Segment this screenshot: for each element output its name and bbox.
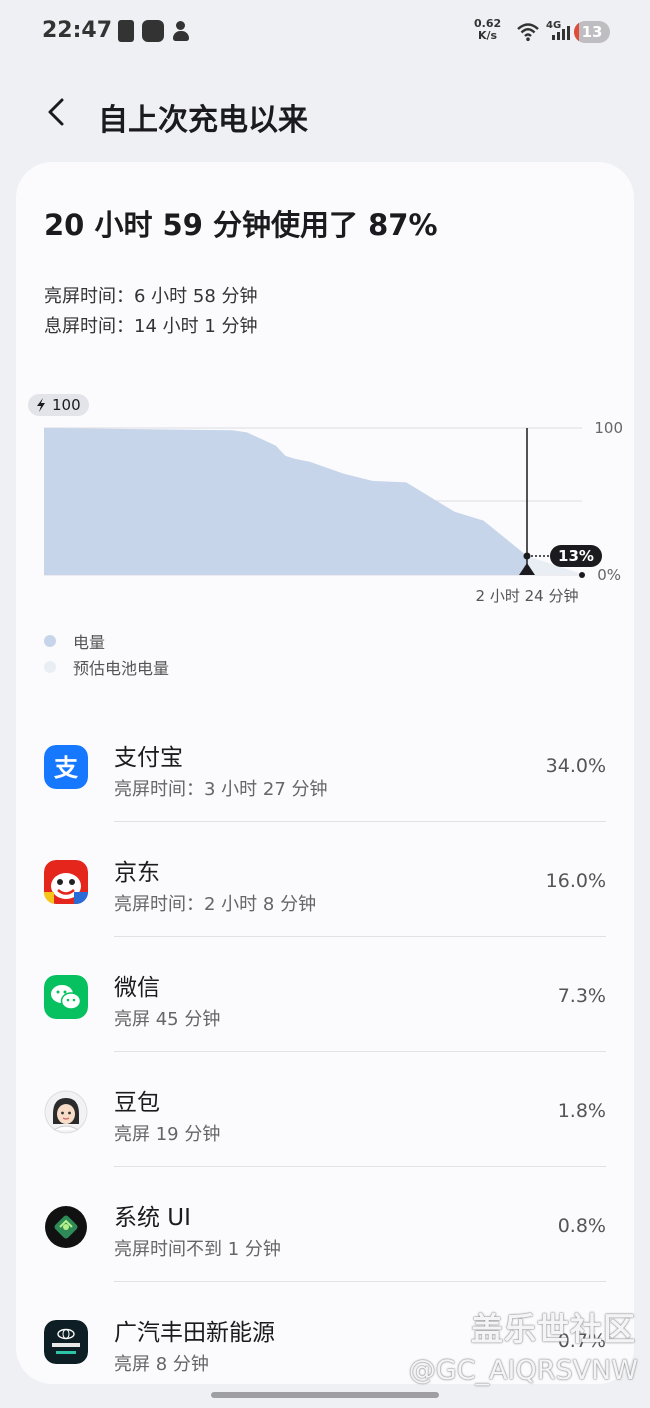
app-screen-time: 亮屏 8 分钟 bbox=[114, 1354, 209, 1375]
battery-indicator: 13 bbox=[574, 21, 610, 43]
watermark-site: 盖乐世社区 bbox=[470, 1310, 636, 1348]
app-screen-time: 亮屏时间：3 小时 27 分钟 bbox=[114, 779, 328, 800]
current-level-point bbox=[523, 552, 531, 560]
app-screen-time: 亮屏时间不到 1 分钟 bbox=[114, 1239, 281, 1260]
app-list: 支 支付宝 亮屏时间：3 小时 27 分钟 34.0% 京东 亮屏时间：2 小时… bbox=[16, 707, 634, 1384]
end-point bbox=[579, 572, 585, 578]
app-percent: 34.0% bbox=[545, 755, 606, 777]
start-badge: 100 bbox=[52, 396, 81, 414]
app-screen-time: 亮屏时间：2 小时 8 分钟 bbox=[114, 894, 317, 915]
screen-off-time: 息屏时间：14 小时 1 分钟 bbox=[44, 316, 258, 337]
app-percent: 1.8% bbox=[557, 1100, 606, 1122]
system-ui-icon bbox=[45, 1206, 87, 1248]
usage-summary: 20 小时 59 分钟使用了 87% bbox=[44, 208, 438, 242]
alipay-icon: 支 bbox=[44, 745, 88, 789]
person-icon bbox=[172, 20, 190, 42]
app-name: 系统 UI bbox=[114, 1205, 191, 1231]
app-percent: 7.3% bbox=[557, 985, 606, 1007]
app-percent: 0.8% bbox=[557, 1215, 606, 1237]
status-bar: 22:47 0.62 K/s 4G 13 bbox=[0, 0, 650, 64]
wifi-icon bbox=[517, 23, 539, 41]
signal-icon bbox=[552, 24, 570, 40]
y-tick-0: 0% bbox=[597, 566, 621, 584]
current-badge: 13% bbox=[558, 547, 594, 565]
legend-item-battery: 电量 bbox=[44, 628, 169, 654]
app-screen-time: 亮屏 19 分钟 bbox=[114, 1124, 221, 1145]
app-row-doubao[interactable]: 豆包 亮屏 19 分钟 1.8% bbox=[16, 1052, 634, 1167]
app-notification-icon bbox=[142, 20, 164, 42]
legend-dot-estimate bbox=[44, 661, 56, 673]
battery-chart: 100 13% 100 0% 2 小时 24 分钟 bbox=[28, 394, 623, 605]
svg-text:支: 支 bbox=[54, 754, 79, 782]
app-row-system-ui[interactable]: 系统 UI 亮屏时间不到 1 分钟 0.8% bbox=[16, 1167, 634, 1282]
legend-dot-battery bbox=[44, 635, 56, 647]
y-tick-100: 100 bbox=[594, 419, 623, 437]
wechat-icon bbox=[44, 975, 88, 1019]
gac-toyota-icon bbox=[44, 1320, 88, 1364]
page-title: 自上次充电以来 bbox=[98, 103, 308, 138]
doubao-icon bbox=[44, 1090, 88, 1134]
app-name: 微信 bbox=[114, 975, 160, 1001]
time-label: 2 小时 24 分钟 bbox=[476, 587, 579, 605]
net-speed: 0.62 K/s bbox=[474, 17, 502, 42]
chart-legend: 电量 预估电池电量 bbox=[44, 628, 169, 680]
app-name: 京东 bbox=[114, 860, 160, 886]
app-row-jd[interactable]: 京东 亮屏时间：2 小时 8 分钟 16.0% bbox=[16, 822, 634, 937]
jd-icon bbox=[44, 860, 88, 904]
app-row-wechat[interactable]: 微信 亮屏 45 分钟 7.3% bbox=[16, 937, 634, 1052]
app-row-alipay[interactable]: 支 支付宝 亮屏时间：3 小时 27 分钟 34.0% bbox=[16, 707, 634, 822]
header: 自上次充电以来 bbox=[0, 70, 650, 160]
legend-item-estimate: 预估电池电量 bbox=[44, 654, 169, 680]
watermark-user: @GC_AIQRSVNW bbox=[408, 1355, 638, 1386]
app-percent: 16.0% bbox=[545, 870, 606, 892]
app-name: 支付宝 bbox=[114, 745, 183, 771]
app-screen-time: 亮屏 45 分钟 bbox=[114, 1009, 221, 1030]
battery-alert-icon bbox=[118, 20, 134, 42]
app-name: 广汽丰田新能源 bbox=[114, 1320, 275, 1346]
battery-usage-card: 20 小时 59 分钟使用了 87% 亮屏时间：6 小时 58 分钟 息屏时间：… bbox=[16, 162, 634, 1384]
gesture-nav-bar[interactable] bbox=[211, 1392, 439, 1398]
status-time: 22:47 bbox=[42, 18, 113, 43]
screen-on-time: 亮屏时间：6 小时 58 分钟 bbox=[44, 286, 258, 307]
back-arrow-icon[interactable] bbox=[42, 92, 72, 132]
app-name: 豆包 bbox=[114, 1090, 160, 1116]
